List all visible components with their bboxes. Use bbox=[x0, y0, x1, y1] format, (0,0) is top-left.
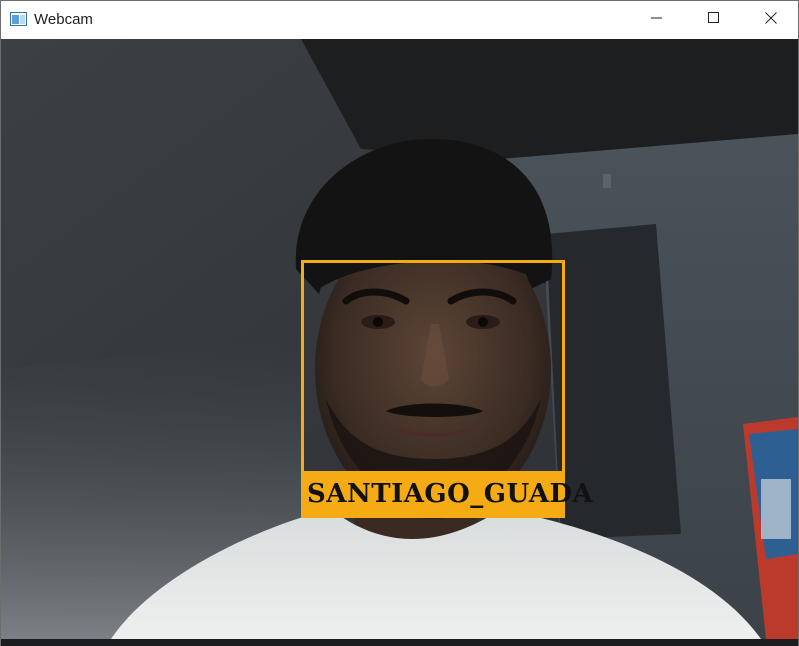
window-title: Webcam bbox=[34, 11, 93, 28]
title-bar[interactable]: Webcam bbox=[1, 1, 798, 39]
minimize-button[interactable] bbox=[628, 1, 686, 39]
face-detection-box bbox=[301, 260, 565, 475]
detection-label: SANTIAGO_GUADA bbox=[307, 479, 594, 509]
window-bottom-edge bbox=[1, 639, 798, 646]
opencv-window-icon bbox=[10, 12, 27, 26]
close-button[interactable] bbox=[742, 1, 799, 39]
maximize-button[interactable] bbox=[685, 1, 743, 39]
minimize-icon bbox=[651, 11, 663, 29]
close-icon bbox=[765, 11, 777, 29]
maximize-icon bbox=[708, 11, 720, 29]
webcam-frame: SANTIAGO_GUADA bbox=[1, 39, 798, 639]
webcam-window: Webcam SANTIAGO_GUADA bbox=[0, 0, 799, 646]
